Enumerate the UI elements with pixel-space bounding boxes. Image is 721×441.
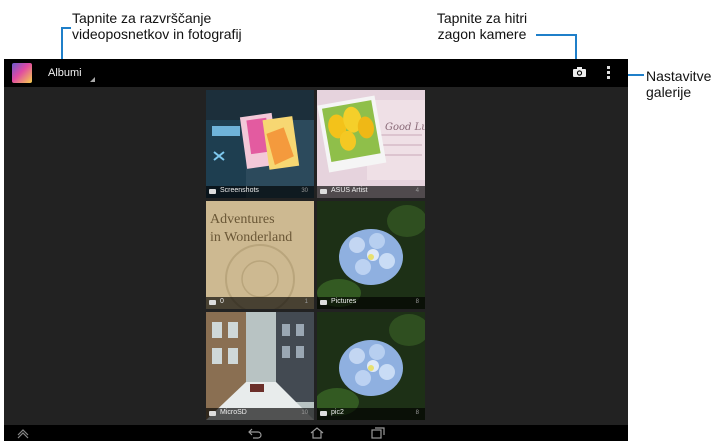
book-title-line2: in Wonderland <box>210 230 292 245</box>
album-tile-asus-artist[interactable]: Good Lu ASUS Artist 4 <box>317 90 425 198</box>
folder-icon <box>320 411 327 416</box>
album-name: MicroSD <box>220 409 247 416</box>
album-thumbnail <box>206 90 314 198</box>
album-info-bar: ASUS Artist 4 <box>317 186 425 198</box>
album-count: 8 <box>415 299 419 305</box>
album-count: 10 <box>301 410 308 416</box>
album-tile-pic2[interactable]: pic2 8 <box>317 312 425 420</box>
album-info-bar: pic2 8 <box>317 408 425 420</box>
sort-callout-line1: Tapnite za razvrščanje <box>72 10 212 26</box>
album-info-bar: Pictures 8 <box>317 297 425 309</box>
chevron-up-icon[interactable] <box>16 427 30 439</box>
folder-icon <box>209 189 216 194</box>
gallery-screen: Albumi Screenshots 30 Good Lu ASUS Artis… <box>4 59 628 441</box>
camera-callout: Tapnite za hitri zagon kamere <box>420 10 544 42</box>
album-name: ASUS Artist <box>331 187 368 194</box>
gallery-app-icon[interactable] <box>12 63 32 83</box>
album-count: 4 <box>415 188 419 194</box>
album-info-bar: MicroSD 10 <box>206 408 314 420</box>
book-title-line1: Adventures <box>210 212 275 227</box>
sort-callout-line2: videoposnetkov in fotografij <box>72 26 242 42</box>
album-view-dropdown[interactable]: Albumi <box>48 67 82 79</box>
album-tile-screenshots[interactable]: Screenshots 30 <box>206 90 314 198</box>
settings-callout: Nastavitve galerije <box>646 68 711 100</box>
album-tile-0[interactable]: Adventures in Wonderland 0 1 <box>206 201 314 309</box>
card-text: Good Lu <box>385 122 425 133</box>
camera-callout-line2: zagon kamere <box>437 26 527 42</box>
album-count: 30 <box>301 188 308 194</box>
dropdown-caret-icon <box>90 77 95 82</box>
album-count: 1 <box>304 299 308 305</box>
album-thumbnail <box>317 201 425 309</box>
album-thumbnail <box>317 312 425 420</box>
album-name: pic2 <box>331 409 344 416</box>
folder-icon <box>209 300 216 305</box>
album-name: Pictures <box>331 298 357 305</box>
album-count: 8 <box>415 410 419 416</box>
settings-callout-line1: Nastavitve <box>646 68 712 84</box>
album-name: 0 <box>220 298 224 305</box>
folder-icon <box>320 300 327 305</box>
album-tile-microsd[interactable]: MicroSD 10 <box>206 312 314 420</box>
folder-icon <box>320 189 327 194</box>
camera-callout-line-h <box>536 34 576 36</box>
folder-icon <box>209 411 216 416</box>
album-thumbnail: Good Lu <box>317 90 425 198</box>
overflow-menu-icon[interactable] <box>607 65 611 81</box>
recent-apps-icon[interactable] <box>371 427 385 439</box>
action-bar: Albumi <box>4 59 628 87</box>
back-icon[interactable] <box>248 427 262 439</box>
album-info-bar: Screenshots 30 <box>206 186 314 198</box>
album-grid: Screenshots 30 Good Lu ASUS Artist 4 Adv… <box>4 87 628 425</box>
album-name: Screenshots <box>220 187 259 194</box>
camera-icon[interactable] <box>573 67 586 77</box>
album-thumbnail: Adventures in Wonderland <box>206 201 314 309</box>
album-thumbnail <box>206 312 314 420</box>
sort-callout: Tapnite za razvrščanje videoposnetkov in… <box>72 10 242 42</box>
system-nav-bar <box>4 425 628 441</box>
home-icon[interactable] <box>310 427 324 439</box>
album-tile-pictures[interactable]: Pictures 8 <box>317 201 425 309</box>
album-info-bar: 0 1 <box>206 297 314 309</box>
camera-callout-line1: Tapnite za hitri <box>436 10 528 26</box>
settings-callout-line2: galerije <box>646 84 692 100</box>
